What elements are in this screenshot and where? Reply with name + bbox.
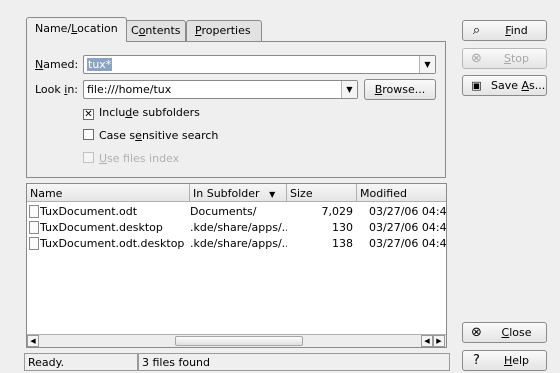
file-icon (29, 221, 39, 234)
scroll-left-icon[interactable]: ◀ (27, 335, 39, 347)
chevron-down-icon[interactable]: ▼ (341, 81, 357, 98)
checkbox-icon (83, 152, 94, 163)
help-icon: ? (473, 353, 480, 368)
case-sensitive-checkbox[interactable]: Case sensitive search (83, 129, 218, 142)
table-row[interactable]: TuxDocument.odt.desktop .kde/share/apps/… (27, 236, 446, 251)
column-header-subfolder[interactable]: In Subfolder ▼ (190, 184, 287, 202)
column-header-size[interactable]: Size (287, 184, 357, 202)
named-combo[interactable]: tux* ▼ (83, 55, 436, 74)
results-list[interactable]: Name In Subfolder ▼ Size Modified TuxDoc… (26, 183, 447, 348)
chevron-down-icon[interactable]: ▼ (419, 56, 435, 73)
status-text: Ready. (24, 353, 138, 371)
name-location-panel: Named: tux* ▼ Look in: file:///home/tux … (26, 41, 446, 178)
checkbox-icon (83, 129, 94, 140)
include-subfolders-checkbox[interactable]: ✕ Include subfolders (83, 106, 200, 120)
scrollbar-thumb[interactable] (175, 336, 303, 346)
tab-name-location[interactable]: Name/Location (26, 17, 127, 42)
find-button[interactable]: ⌕ Find (462, 20, 547, 41)
status-file-count: 3 files found (138, 353, 450, 371)
use-files-index-checkbox: Use files index (83, 152, 179, 165)
close-button[interactable]: ⊗ Close (462, 322, 547, 343)
save-icon: ▣ (471, 79, 482, 92)
checkbox-checked-icon: ✕ (83, 109, 94, 120)
browse-button[interactable]: Browse... (364, 79, 436, 100)
named-input-value: tux* (87, 58, 113, 71)
column-header-name[interactable]: Name (27, 184, 190, 202)
sort-arrow-icon: ▼ (269, 190, 276, 199)
scroll-left-icon[interactable]: ◀ (421, 335, 433, 347)
lookin-input-value: file:///home/tux (87, 83, 172, 96)
lookin-label: Look in: (35, 83, 79, 96)
tab-properties[interactable]: Properties (186, 20, 262, 41)
stop-icon: ⊗ (471, 51, 482, 66)
table-row[interactable]: TuxDocument.odt Documents/ 7,029 03/27/0… (27, 204, 446, 219)
file-icon (29, 237, 39, 250)
table-row[interactable]: TuxDocument.desktop .kde/share/apps/... … (27, 220, 446, 235)
help-button[interactable]: ? Help (462, 350, 547, 371)
close-icon: ⊗ (471, 325, 482, 340)
file-icon (29, 205, 39, 218)
tab-contents[interactable]: Contents (122, 20, 186, 41)
find-icon: ⌕ (472, 23, 481, 38)
horizontal-scrollbar[interactable]: ◀ ◀ ▶ (27, 334, 446, 347)
lookin-combo[interactable]: file:///home/tux ▼ (83, 80, 358, 99)
save-as-button[interactable]: ▣ Save As... (462, 75, 547, 96)
scroll-right-icon[interactable]: ▶ (433, 335, 445, 347)
named-label: Named: (35, 58, 79, 71)
column-header-modified[interactable]: Modified (357, 184, 446, 202)
stop-button[interactable]: ⊗ Stop (462, 48, 547, 69)
